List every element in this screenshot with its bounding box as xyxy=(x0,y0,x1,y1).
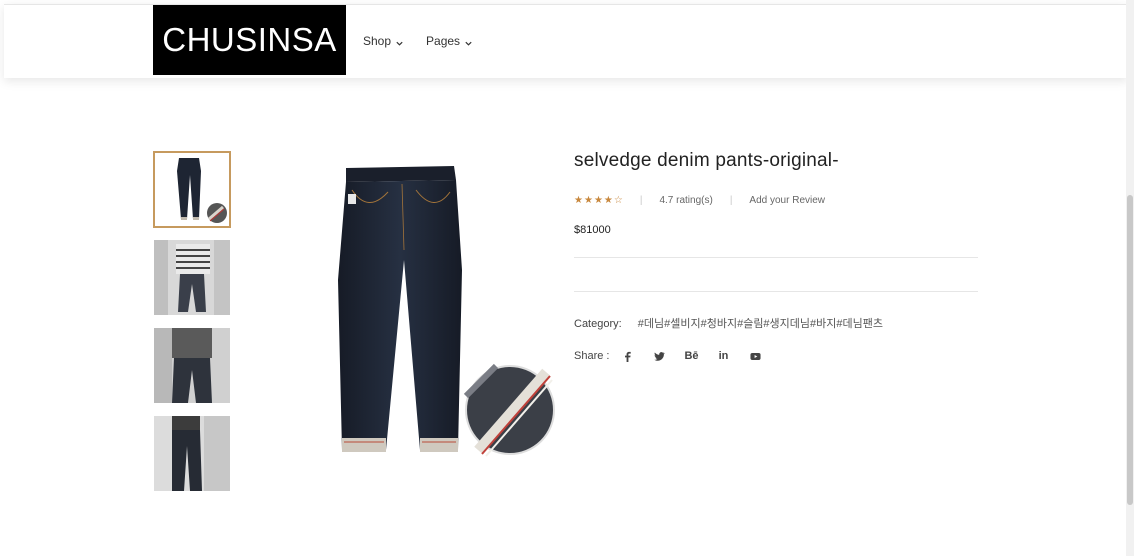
category-row: Category: #데님#셀비지#청바지#슬림#생지데님#바지#데님팬츠 xyxy=(574,315,883,331)
nav-pages[interactable]: Pages xyxy=(426,34,473,48)
thumbnail-4[interactable] xyxy=(153,415,231,492)
share-row: Share : Bē in xyxy=(574,350,781,362)
rating-count: 4.7 rating(s) xyxy=(659,195,713,206)
model-jeans-image xyxy=(154,416,230,491)
star-empty-icon: ☆ xyxy=(613,194,623,206)
star-full-icon: ★ xyxy=(603,194,613,206)
divider-line xyxy=(574,291,978,292)
linkedin-icon[interactable]: in xyxy=(717,350,729,362)
model-dark-shirt-image xyxy=(154,328,230,403)
nav-shop[interactable]: Shop xyxy=(363,34,404,48)
facebook-icon[interactable] xyxy=(621,350,633,362)
share-label: Share : xyxy=(574,350,610,362)
youtube-icon[interactable] xyxy=(749,350,761,362)
product-price: $81000 xyxy=(574,224,611,236)
nav-pages-label: Pages xyxy=(426,34,461,48)
page-scrollbar[interactable] xyxy=(1126,0,1134,556)
thumbnail-1[interactable] xyxy=(153,151,231,228)
model-striped-shirt-image xyxy=(154,240,230,315)
chevron-down-icon xyxy=(395,37,404,46)
divider: | xyxy=(639,195,643,206)
thumbnail-2[interactable] xyxy=(153,239,231,316)
site-header: CHUSINSA Shop Pages xyxy=(4,4,1128,78)
add-review-link[interactable]: Add your Review xyxy=(749,195,825,206)
product-main-image[interactable] xyxy=(320,150,560,470)
nav-shop-label: Shop xyxy=(363,34,392,48)
product-page: CHUSINSA Shop Pages selvedge denim pants… xyxy=(0,0,1134,556)
jeans-main-image xyxy=(338,166,555,457)
share-icons: Bē in xyxy=(621,350,781,362)
jeans-thumbnail-image xyxy=(155,153,229,226)
star-full-icon: ★ xyxy=(574,194,583,206)
twitter-icon[interactable] xyxy=(653,350,665,362)
main-nav: Shop Pages xyxy=(363,34,473,48)
logo-text: CHUSINSA xyxy=(162,21,337,58)
rating-row: ★ ★ ★ ★ ☆ | 4.7 rating(s) | Add your Rev… xyxy=(574,195,825,206)
brand-logo[interactable]: CHUSINSA xyxy=(153,5,346,75)
product-details: selvedge denim pants-original- ★ ★ ★ ★ ☆… xyxy=(574,150,978,362)
thumbnail-3[interactable] xyxy=(153,327,231,404)
star-full-icon: ★ xyxy=(593,194,603,206)
divider-line xyxy=(574,257,978,258)
star-full-icon: ★ xyxy=(583,194,593,206)
rating-stars: ★ ★ ★ ★ ☆ xyxy=(574,194,623,206)
category-label: Category: xyxy=(574,318,622,330)
scrollbar-thumb[interactable] xyxy=(1127,195,1133,505)
chevron-down-icon xyxy=(464,37,473,46)
divider: | xyxy=(729,195,733,206)
product-title: selvedge denim pants-original- xyxy=(574,150,839,171)
behance-icon[interactable]: Bē xyxy=(684,350,698,362)
category-tags[interactable]: #데님#셀비지#청바지#슬림#생지데님#바지#데님팬츠 xyxy=(638,318,883,330)
